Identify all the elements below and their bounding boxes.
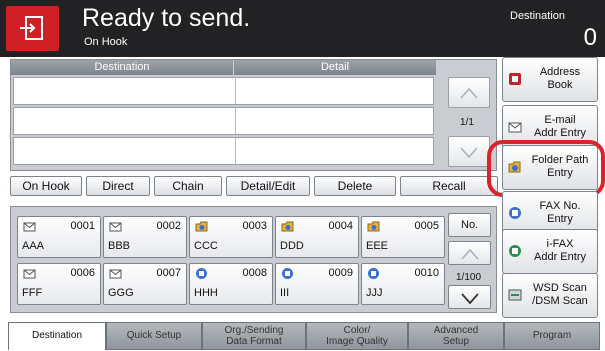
tab-advanced-setup[interactable]: Advanced Setup bbox=[408, 322, 504, 350]
key-number: 0009 bbox=[328, 267, 353, 279]
home-icon bbox=[20, 16, 43, 40]
destination-page-indicator: 1/1 bbox=[460, 117, 474, 128]
email-icon bbox=[508, 122, 522, 133]
key-name: III bbox=[280, 287, 290, 299]
one-touch-key[interactable]: 0005 EEE bbox=[361, 216, 445, 258]
one-touch-key[interactable]: 0001 AAA bbox=[17, 216, 101, 258]
email-icon bbox=[23, 222, 36, 232]
destination-count: 0 bbox=[583, 24, 597, 51]
column-header-destination: Destination bbox=[11, 60, 233, 75]
key-name: GGG bbox=[108, 287, 134, 299]
status-title: Ready to send. bbox=[82, 4, 251, 32]
tab-destination-label: Destination bbox=[31, 330, 83, 341]
key-number: 0006 bbox=[70, 267, 95, 279]
ifax-icon bbox=[509, 245, 521, 257]
tab-destination[interactable]: Destination bbox=[8, 322, 106, 350]
key-scroll-down-button[interactable] bbox=[448, 285, 491, 309]
email-entry-label: E-mail Addr Entry bbox=[534, 114, 586, 139]
tab-advanced-label-2: Setup bbox=[442, 336, 470, 347]
number-search-label: No. bbox=[461, 219, 479, 231]
tab-org-sending-label-1: Org./Sending bbox=[224, 325, 284, 336]
column-header-detail: Detail bbox=[234, 60, 436, 75]
status-subtitle: On Hook bbox=[84, 36, 128, 48]
one-touch-key[interactable]: 0002 BBB bbox=[103, 216, 187, 258]
key-name: DDD bbox=[280, 240, 304, 252]
chain-button[interactable]: Chain bbox=[154, 176, 222, 196]
highlight-ring bbox=[487, 140, 605, 197]
key-name: AAA bbox=[22, 240, 45, 252]
destination-row[interactable] bbox=[13, 77, 434, 105]
one-touch-key[interactable]: 0008 HHH bbox=[189, 263, 273, 305]
fax-no-entry-label: FAX No. Entry bbox=[539, 200, 581, 225]
chevron-down-icon bbox=[460, 147, 478, 159]
destination-list: Destination Detail 1/1 bbox=[10, 59, 497, 171]
key-number: 0003 bbox=[242, 220, 267, 232]
destination-row[interactable] bbox=[13, 107, 434, 135]
key-number: 0008 bbox=[242, 267, 267, 279]
wsd-scan-button[interactable]: WSD Scan /DSM Scan bbox=[502, 273, 598, 318]
tab-org-sending[interactable]: Org./Sending Data Format bbox=[202, 322, 306, 350]
email-icon bbox=[23, 269, 36, 279]
delete-button[interactable]: Delete bbox=[314, 176, 396, 196]
direct-button[interactable]: Direct bbox=[86, 176, 150, 196]
tab-color-label-2: Image Quality bbox=[326, 336, 388, 347]
tab-program-label: Program bbox=[532, 330, 572, 341]
tab-program[interactable]: Program bbox=[504, 322, 600, 350]
tab-color-label-1: Color/ bbox=[343, 325, 371, 336]
key-name: CCC bbox=[194, 240, 218, 252]
one-touch-key[interactable]: 0003 CCC bbox=[189, 216, 273, 258]
key-number: 0010 bbox=[414, 267, 439, 279]
fax-icon bbox=[368, 268, 379, 279]
key-number: 0007 bbox=[156, 267, 181, 279]
key-name: EEE bbox=[366, 240, 389, 252]
destination-row[interactable] bbox=[13, 137, 434, 165]
key-name: JJJ bbox=[366, 287, 383, 299]
wsd-scan-label: WSD Scan /DSM Scan bbox=[532, 282, 588, 307]
key-name: BBB bbox=[108, 240, 131, 252]
key-number: 0002 bbox=[156, 220, 181, 232]
address-book-icon bbox=[509, 73, 521, 85]
one-touch-key[interactable]: 0007 GGG bbox=[103, 263, 187, 305]
fax-icon bbox=[509, 207, 521, 219]
folder-icon bbox=[367, 221, 380, 232]
wsd-scan-icon bbox=[508, 289, 522, 301]
scroll-up-button[interactable] bbox=[448, 77, 490, 108]
email-icon bbox=[109, 222, 122, 232]
address-book-button[interactable]: Address Book bbox=[502, 57, 598, 102]
key-number: 0004 bbox=[328, 220, 353, 232]
fax-icon bbox=[282, 268, 293, 279]
chevron-down-icon bbox=[461, 293, 479, 304]
one-touch-key[interactable]: 0010 JJJ bbox=[361, 263, 445, 305]
tab-org-sending-label-2: Data Format bbox=[226, 336, 282, 347]
scroll-down-button[interactable] bbox=[448, 136, 490, 167]
tab-quick-setup[interactable]: Quick Setup bbox=[106, 322, 202, 350]
home-button[interactable] bbox=[6, 6, 59, 51]
key-scroll-up-button[interactable] bbox=[448, 241, 491, 265]
chevron-up-icon bbox=[460, 87, 478, 99]
recall-button[interactable]: Recall bbox=[400, 176, 498, 196]
chevron-up-icon bbox=[461, 248, 479, 260]
on-hook-button[interactable]: On Hook bbox=[10, 176, 82, 196]
number-search-button[interactable]: No. bbox=[448, 213, 491, 237]
folder-icon bbox=[195, 221, 208, 232]
detail-edit-button[interactable]: Detail/Edit bbox=[226, 176, 310, 196]
tab-advanced-label-1: Advanced bbox=[433, 325, 479, 336]
ifax-entry-button[interactable]: i-FAX Addr Entry bbox=[502, 229, 598, 274]
key-page-indicator: 1/100 bbox=[456, 272, 482, 283]
one-touch-key[interactable]: 0009 III bbox=[275, 263, 359, 305]
key-number: 0005 bbox=[414, 220, 439, 232]
email-icon bbox=[109, 269, 122, 279]
tab-quick-setup-label: Quick Setup bbox=[126, 330, 182, 341]
ifax-entry-label: i-FAX Addr Entry bbox=[534, 238, 586, 263]
key-name: FFF bbox=[22, 287, 43, 299]
fax-icon bbox=[196, 268, 207, 279]
destination-count-label: Destination bbox=[510, 10, 566, 22]
folder-icon bbox=[281, 221, 294, 232]
tab-color-image-quality[interactable]: Color/ Image Quality bbox=[306, 322, 408, 350]
key-name: HHH bbox=[194, 287, 218, 299]
key-number: 0001 bbox=[70, 220, 95, 232]
address-book-label: Address Book bbox=[539, 66, 581, 91]
one-touch-key[interactable]: 0004 DDD bbox=[275, 216, 359, 258]
one-touch-key[interactable]: 0006 FFF bbox=[17, 263, 101, 305]
